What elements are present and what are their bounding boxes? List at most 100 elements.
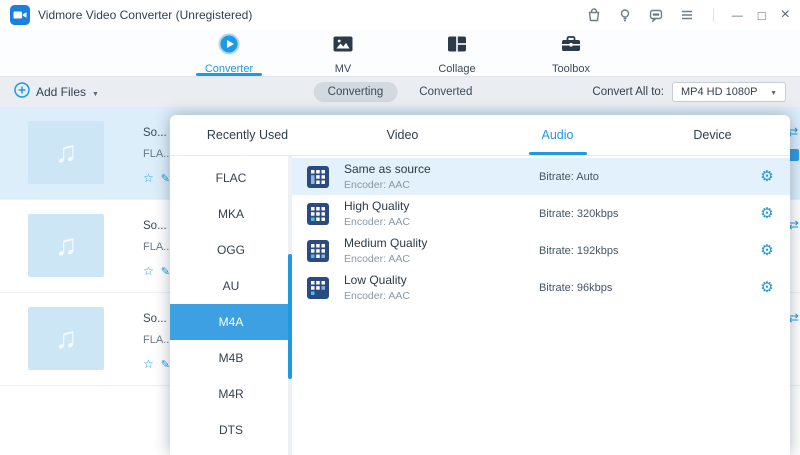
- tab-toolbox-label: Toolbox: [552, 63, 590, 75]
- format-picker-popup: Recently Used Video Audio Device FLAC MK…: [170, 115, 790, 455]
- format-item-dts[interactable]: DTS: [170, 412, 292, 448]
- tab-toolbox[interactable]: Toolbox: [531, 30, 611, 76]
- titlebar: Vidmore Video Converter (Unregistered): [0, 0, 800, 30]
- preset-name: Low Quality: [344, 273, 539, 287]
- collage-icon: [445, 32, 469, 61]
- preset-row-medium-quality[interactable]: Medium Quality Encoder: AAC Bitrate: 192…: [292, 232, 790, 269]
- add-files-button[interactable]: Add Files: [14, 82, 99, 103]
- format-item-m4b[interactable]: M4B: [170, 340, 292, 376]
- file-meta: So... FLA...: [143, 313, 169, 373]
- app-window: Vidmore Video Converter (Unregistered): [0, 0, 800, 455]
- star-icon[interactable]: [143, 169, 154, 187]
- tab-mv[interactable]: MV: [303, 30, 383, 76]
- tab-collage-label: Collage: [438, 63, 475, 75]
- preset-bitrate: Bitrate: Auto: [539, 171, 744, 183]
- format-item-ogg[interactable]: OGG: [170, 232, 292, 268]
- edit-icon[interactable]: [161, 169, 169, 187]
- file-meta: So... FLA...: [143, 220, 169, 280]
- edit-icon[interactable]: [161, 355, 169, 373]
- file-list: So... FLA... So... FLA... So...: [0, 107, 800, 455]
- file-meta: So... FLA...: [143, 127, 169, 187]
- music-note-icon: [55, 322, 78, 356]
- format-item-m4r[interactable]: M4R: [170, 376, 292, 412]
- popup-tab-audio[interactable]: Audio: [480, 115, 635, 155]
- preset-name: High Quality: [344, 199, 539, 213]
- music-note-icon: [55, 229, 78, 263]
- convert-all-label: Convert All to:: [592, 86, 664, 98]
- preset-row-low-quality[interactable]: Low Quality Encoder: AAC Bitrate: 96kbps: [292, 269, 790, 306]
- toolbar: Add Files Converting Converted Convert A…: [0, 76, 800, 107]
- preset-encoder: Encoder: AAC: [344, 179, 539, 191]
- gear-icon[interactable]: [760, 169, 773, 184]
- output-format-dropdown[interactable]: MP4 HD 1080P: [672, 82, 786, 102]
- preset-row-same-as-source[interactable]: Same as source Encoder: AAC Bitrate: Aut…: [292, 158, 790, 195]
- main-nav: Converter MV Collage Toolbox: [0, 30, 800, 76]
- preset-bitrate: Bitrate: 96kbps: [539, 282, 744, 294]
- format-item-flac[interactable]: FLAC: [170, 160, 292, 196]
- tab-converter-label: Converter: [205, 63, 253, 75]
- popup-body: FLAC MKA OGG AU M4A M4B M4R DTS: [170, 156, 790, 455]
- format-scrollbar-thumb[interactable]: [288, 254, 292, 379]
- format-item-mka[interactable]: MKA: [170, 196, 292, 232]
- tab-converter[interactable]: Converter: [189, 30, 269, 76]
- convert-all-group: Convert All to: MP4 HD 1080P: [592, 82, 786, 102]
- file-source-label: So...: [143, 127, 169, 139]
- format-item-m4a[interactable]: M4A: [170, 304, 292, 340]
- preset-bitrate: Bitrate: 192kbps: [539, 245, 744, 257]
- gear-icon[interactable]: [760, 206, 773, 221]
- popup-tab-recently-used[interactable]: Recently Used: [170, 115, 325, 155]
- file-format-label: FLA...: [143, 241, 169, 253]
- convert-status-switch: Converting Converted: [314, 82, 487, 102]
- preset-quality-icon: [307, 277, 329, 299]
- converter-icon: [217, 32, 241, 61]
- preset-list: Same as source Encoder: AAC Bitrate: Aut…: [292, 156, 790, 455]
- preset-quality-icon: [307, 166, 329, 188]
- preset-encoder: Encoder: AAC: [344, 290, 539, 302]
- caret-down-icon: [92, 83, 99, 101]
- star-icon[interactable]: [143, 262, 154, 280]
- file-thumbnail: [28, 214, 104, 277]
- converting-tab[interactable]: Converting: [314, 82, 398, 102]
- store-icon[interactable]: [586, 7, 602, 23]
- converted-tab[interactable]: Converted: [405, 82, 486, 102]
- minimize-icon[interactable]: [732, 9, 743, 22]
- format-item-au[interactable]: AU: [170, 268, 292, 304]
- tab-collage[interactable]: Collage: [417, 30, 497, 76]
- edit-icon[interactable]: [161, 262, 169, 280]
- preset-bitrate: Bitrate: 320kbps: [539, 208, 744, 220]
- popup-tab-video[interactable]: Video: [325, 115, 480, 155]
- music-note-icon: [55, 136, 78, 170]
- popup-tab-device[interactable]: Device: [635, 115, 790, 155]
- preset-encoder: Encoder: AAC: [344, 216, 539, 228]
- star-icon[interactable]: [143, 355, 154, 373]
- app-logo-icon: [10, 5, 30, 25]
- file-thumbnail: [28, 121, 104, 184]
- window-title: Vidmore Video Converter (Unregistered): [38, 8, 252, 22]
- preset-text: High Quality Encoder: AAC: [344, 199, 539, 227]
- add-icon: [14, 82, 30, 103]
- lamp-icon[interactable]: [617, 7, 633, 23]
- maximize-icon[interactable]: [758, 9, 766, 22]
- preset-text: Same as source Encoder: AAC: [344, 162, 539, 190]
- file-source-label: So...: [143, 220, 169, 232]
- preset-quality-icon: [307, 203, 329, 225]
- file-format-label: FLA...: [143, 334, 169, 346]
- preset-name: Medium Quality: [344, 236, 539, 250]
- tab-mv-label: MV: [335, 63, 352, 75]
- preset-text: Low Quality Encoder: AAC: [344, 273, 539, 301]
- preset-row-high-quality[interactable]: High Quality Encoder: AAC Bitrate: 320kb…: [292, 195, 790, 232]
- popup-tabs: Recently Used Video Audio Device: [170, 115, 790, 156]
- menu-icon[interactable]: [679, 7, 695, 23]
- close-icon[interactable]: [781, 7, 790, 23]
- file-thumbnail: [28, 307, 104, 370]
- feedback-icon[interactable]: [648, 7, 664, 23]
- file-source-label: So...: [143, 313, 169, 325]
- mv-icon: [331, 32, 355, 61]
- preset-name: Same as source: [344, 162, 539, 176]
- gear-icon[interactable]: [760, 243, 773, 258]
- toolbox-icon: [559, 32, 583, 61]
- output-format-value: MP4 HD 1080P: [681, 86, 757, 98]
- gear-icon[interactable]: [760, 280, 773, 295]
- preset-encoder: Encoder: AAC: [344, 253, 539, 265]
- titlebar-divider: [713, 8, 714, 22]
